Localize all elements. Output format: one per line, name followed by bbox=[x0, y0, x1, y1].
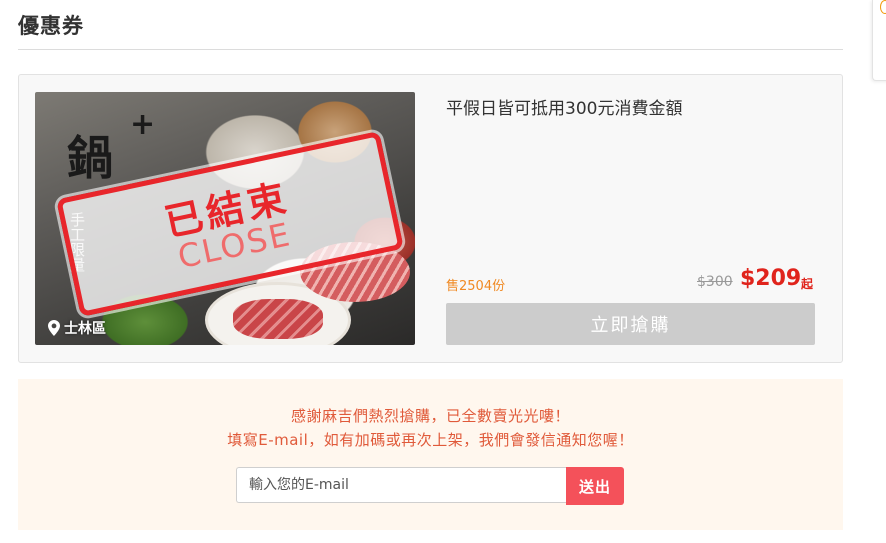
soldout-message: 感謝麻吉們熱烈搶購，已全數賣光光嘍！ bbox=[290, 407, 570, 425]
restock-notify-box: 感謝麻吉們熱烈搶購，已全數賣光光嘍！ 填寫E-mail，如有加碼或再次上架，我們… bbox=[18, 379, 843, 530]
brand-logo: 鍋 bbox=[67, 131, 113, 185]
title-divider bbox=[18, 49, 843, 50]
side-indicator-icon bbox=[880, 0, 886, 14]
section-title: 優惠券 bbox=[18, 14, 84, 38]
coupon-card: 鍋 + 手工限量 已結束 CLOSE 士林區 平假日皆可抵用300元消費金額 售… bbox=[18, 74, 843, 363]
sale-price: $209 bbox=[740, 266, 802, 291]
submit-button[interactable]: 送出 bbox=[566, 467, 624, 505]
coupon-image[interactable]: 鍋 + 手工限量 已結束 CLOSE 士林區 bbox=[35, 92, 415, 345]
location-pin-icon bbox=[48, 320, 60, 336]
original-price: $300 bbox=[697, 274, 733, 290]
buy-now-button[interactable]: 立即搶購 bbox=[446, 303, 815, 345]
location-tag: 士林區 bbox=[47, 318, 106, 338]
brand-logo-plus: + bbox=[130, 107, 156, 142]
sold-count: 售2504份 bbox=[446, 279, 506, 294]
location-label: 士林區 bbox=[64, 321, 106, 337]
notify-instructions: 填寫E-mail，如有加碼或再次上架，我們會發信通知您喔！ bbox=[227, 431, 634, 449]
email-input[interactable] bbox=[236, 467, 566, 503]
price-suffix: 起 bbox=[801, 277, 814, 291]
coupon-title[interactable]: 平假日皆可抵用300元消費金額 bbox=[446, 94, 682, 119]
